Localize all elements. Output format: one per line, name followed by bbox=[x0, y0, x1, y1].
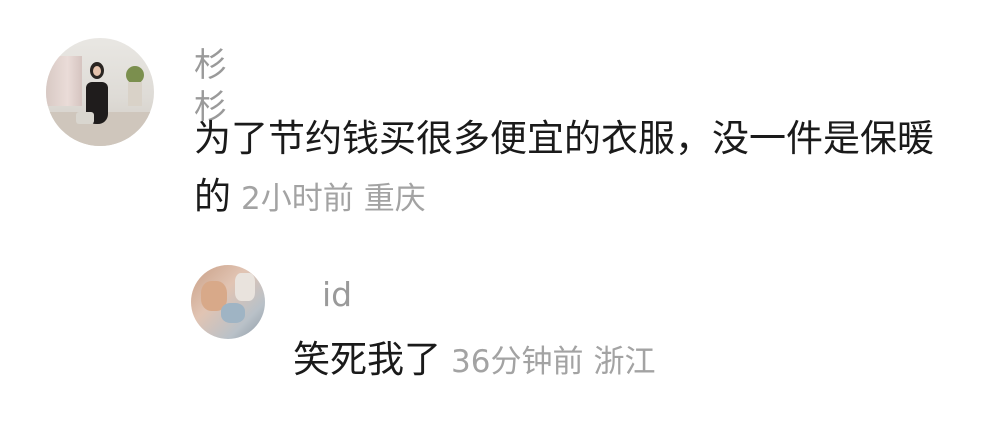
commenter-avatar[interactable] bbox=[46, 38, 154, 146]
comment-text-block[interactable]: 为了节约钱买很多便宜的衣服，没一件是保暖的 2小时前 重庆 bbox=[194, 110, 934, 228]
comment-meta: 2小时前 重庆 bbox=[241, 181, 426, 217]
reply-location: 浙江 bbox=[593, 344, 656, 380]
replier-username[interactable]: id bbox=[322, 274, 352, 316]
reply-meta: 36分钟前 浙江 bbox=[451, 344, 655, 380]
replier-avatar[interactable] bbox=[191, 265, 265, 339]
reply-time: 36分钟前 bbox=[451, 344, 584, 380]
comment-location: 重庆 bbox=[363, 181, 426, 217]
comment-time: 2小时前 bbox=[241, 181, 354, 217]
reply-text-block[interactable]: 笑死我了 36分钟前 浙江 bbox=[293, 331, 655, 391]
reply-text: 笑死我了 bbox=[293, 338, 441, 381]
